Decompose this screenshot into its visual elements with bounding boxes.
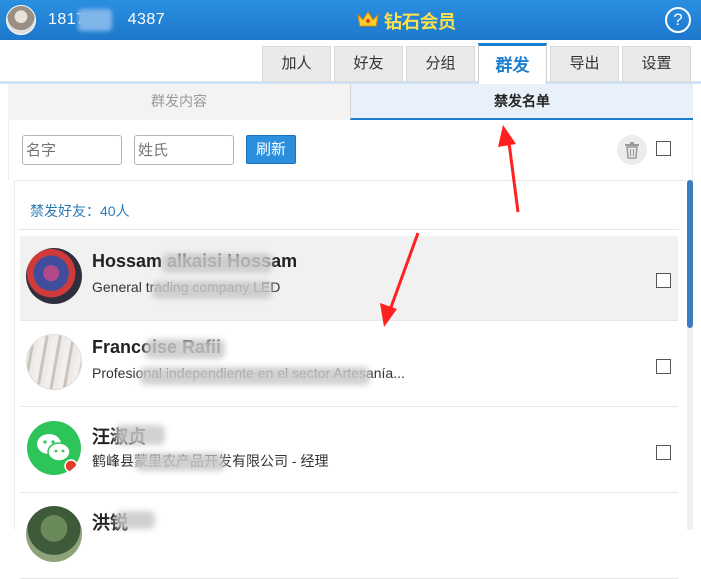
annotation-arrow-down — [388, 232, 420, 311]
annotation-arrow-up — [506, 134, 520, 213]
arrow-head-icon — [498, 125, 516, 147]
arrow-head-icon — [380, 303, 397, 327]
annotation-arrows — [380, 125, 520, 327]
